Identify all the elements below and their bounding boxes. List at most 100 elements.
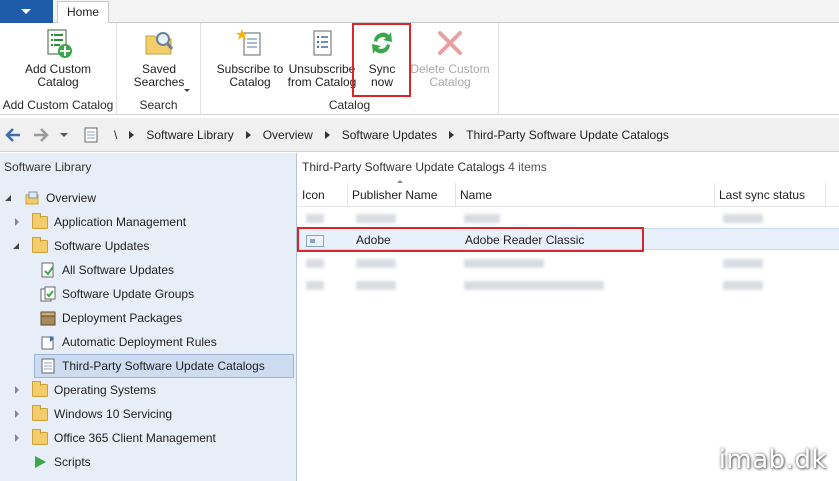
selected-row-highlight [297,227,644,252]
redacted-text [356,259,396,269]
breadcrumb-software-updates[interactable]: Software Updates [342,128,437,142]
tree-item-scripts[interactable]: Scripts [32,451,91,473]
table-row[interactable] [298,274,839,296]
expand-icon[interactable] [12,408,24,420]
tree-item-third-party-catalogs[interactable]: Third-Party Software Update Catalogs [34,354,294,378]
unsubscribe-catalog-button[interactable]: Unsubscribe from Catalog [285,27,359,89]
tree-item-automatic-deployment-rules[interactable]: Automatic Deployment Rules [40,331,217,353]
breadcrumb-third-party-catalogs[interactable]: Third-Party Software Update Catalogs [466,128,669,142]
column-header-icon[interactable]: Icon [298,183,348,207]
tree-item-label: All Software Updates [62,263,175,277]
subscribe-catalog-button[interactable]: Subscribe to Catalog [207,27,293,89]
item-count: 4 items [508,160,547,174]
breadcrumb: \ Software Library Overview Software Upd… [80,124,839,146]
content-pane: Third-Party Software Update Catalogs 4 i… [298,153,839,481]
tree-item-label: Third-Party Software Update Catalogs [62,359,265,373]
tree-item-software-updates[interactable]: Software Updates [12,235,149,257]
ribbon-group-search: Saved Searches Search [117,23,201,115]
tree-item-windows-10-servicing[interactable]: Windows 10 Servicing [12,403,172,425]
expand-icon[interactable] [12,216,24,228]
column-header-publisher-name[interactable]: Publisher Name [348,183,456,207]
table-row[interactable] [298,252,839,274]
row-icon [306,259,324,269]
add-catalog-icon [47,29,72,58]
collapse-icon[interactable] [12,240,24,252]
delete-custom-catalog-button[interactable]: Delete Custom Catalog [405,27,495,89]
tree-item-deployment-packages[interactable]: Deployment Packages [40,307,182,329]
tab-home[interactable]: Home [57,1,109,24]
file-menu-button[interactable] [0,0,53,23]
subscribe-icon [236,29,261,56]
column-header-last-sync-status[interactable]: Last sync status [715,183,826,207]
group-label-add-custom-catalog: Add Custom Catalog [2,98,114,112]
row-icon [306,281,324,291]
tree-item-office-365-client-management[interactable]: Office 365 Client Management [12,427,216,449]
tree-item-label: Office 365 Client Management [54,431,216,445]
folder-icon [32,428,48,445]
breadcrumb-software-library[interactable]: Software Library [146,128,233,142]
folder-icon [32,404,48,421]
unsubscribe-icon [313,30,332,56]
tree-item-label: Overview [46,191,97,205]
tree-item-application-management[interactable]: Application Management [12,211,186,233]
breadcrumb-separator-icon [129,131,135,139]
table-row[interactable] [298,207,839,229]
redacted-text [723,281,763,291]
navigation-pane-title: Software Library [4,160,92,174]
play-icon [35,456,46,468]
content-title: Third-Party Software Update Catalogs 4 i… [302,160,547,174]
breadcrumb-overview[interactable]: Overview [263,128,313,142]
folder-icon [32,380,48,397]
unsubscribe-label: Unsubscribe from Catalog [287,62,357,89]
redacted-text [723,259,763,269]
redacted-text [464,281,604,291]
update-groups-icon [40,286,56,302]
add-custom-catalog-button[interactable]: Add Custom Catalog [14,27,102,89]
column-header-row: Icon Publisher Name Name Last sync statu… [298,183,839,207]
forward-arrow-icon[interactable] [30,126,50,144]
tree-item-label: Software Update Groups [62,287,195,301]
redacted-text [464,259,544,269]
delete-icon [438,31,462,55]
ribbon-group-add-custom-catalog: Add Custom Catalog Add Custom Catalog [0,23,117,115]
address-bar: \ Software Library Overview Software Upd… [0,118,839,152]
content-title-text: Third-Party Software Update Catalogs [302,160,505,174]
tree-item-label: Software Updates [54,239,150,253]
package-icon [40,311,56,326]
back-arrow-icon[interactable] [4,126,24,144]
collapse-icon[interactable] [4,192,16,204]
saved-searches-button[interactable]: Saved Searches [125,27,193,92]
tree-item-label: Operating Systems [54,383,157,397]
folder-search-icon [145,32,174,55]
add-custom-catalog-label: Add Custom Catalog [24,62,92,89]
tree-item-label: Scripts [54,455,91,469]
saved-searches-label: Saved Searches [133,62,185,89]
tree-item-label: Windows 10 Servicing [54,407,173,421]
breadcrumb-root[interactable]: \ [114,128,117,142]
delete-custom-catalog-label: Delete Custom Catalog [410,62,490,89]
expand-icon[interactable] [12,384,24,396]
column-header-name[interactable]: Name [456,183,715,207]
tree-item-overview[interactable]: Overview [4,187,96,209]
watermark: imab.dk [718,445,827,475]
tree-item-all-software-updates[interactable]: All Software Updates [40,259,174,281]
redacted-text [464,214,500,224]
expand-icon[interactable] [12,432,24,444]
tree-item-label: Deployment Packages [62,311,183,325]
group-label-search: Search [139,98,178,112]
tree-item-operating-systems[interactable]: Operating Systems [12,379,156,401]
tree-item-software-update-groups[interactable]: Software Update Groups [40,283,194,305]
breadcrumb-separator-icon [324,131,330,139]
sync-now-highlight [352,23,411,97]
redacted-text [723,214,763,224]
updates-icon [41,262,54,278]
tree-item-label: Application Management [54,215,187,229]
redacted-text [356,281,396,291]
group-label-catalog: Catalog [328,98,371,112]
breadcrumb-separator-icon [449,131,455,139]
overview-icon [25,191,39,205]
catalog-icon [41,358,55,374]
catalog-page-icon [84,127,98,143]
breadcrumb-separator-icon [245,131,251,139]
history-dropdown-icon[interactable] [60,133,68,137]
